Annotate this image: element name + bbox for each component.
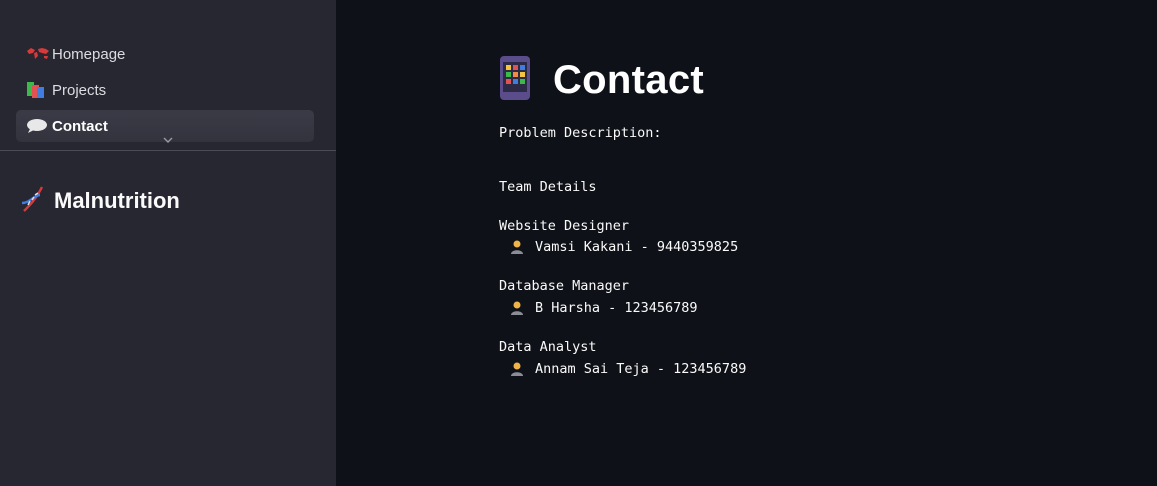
chevron-down-icon[interactable] [160, 133, 176, 147]
team-member: Vamsi Kakani - 9440359825 [509, 239, 738, 255]
person-icon [511, 301, 523, 315]
team-member-text: B Harsha - 123456789 [535, 300, 698, 316]
world-map-icon [26, 45, 50, 63]
nav-item-label: Homepage [52, 45, 126, 63]
dna-icon [20, 185, 46, 217]
role-label: Website Designer [499, 218, 630, 234]
nav-item-homepage[interactable]: Homepage [16, 38, 314, 70]
nav-item-projects[interactable]: Projects [16, 74, 314, 106]
person-icon [511, 362, 523, 376]
page-title: Contact [553, 57, 704, 102]
main-header: Contact [499, 52, 704, 108]
team-details-heading: Team Details [499, 179, 597, 195]
team-member: B Harsha - 123456789 [509, 300, 698, 316]
role-label: Data Analyst [499, 339, 597, 355]
mobile-phone-icon [499, 55, 531, 105]
team-member-text: Vamsi Kakani - 9440359825 [535, 239, 739, 255]
person-icon [511, 240, 523, 254]
sidebar-divider [0, 150, 336, 151]
problem-description-label: Problem Description: [499, 125, 662, 141]
nav-item-label: Projects [52, 81, 107, 99]
sidebar-brand: Malnutrition [20, 185, 180, 217]
sidebar: Homepage Projects Contact Malnutrition [0, 0, 336, 486]
books-icon [26, 81, 50, 99]
team-member-text: Annam Sai Teja - 123456789 [535, 361, 747, 377]
sidebar-nav: Homepage Projects Contact [16, 38, 314, 146]
brand-title: Malnutrition [54, 188, 180, 213]
speech-bubble-icon [26, 117, 50, 135]
nav-item-label: Contact [52, 117, 108, 135]
role-label: Database Manager [499, 278, 630, 294]
team-member: Annam Sai Teja - 123456789 [509, 361, 746, 377]
